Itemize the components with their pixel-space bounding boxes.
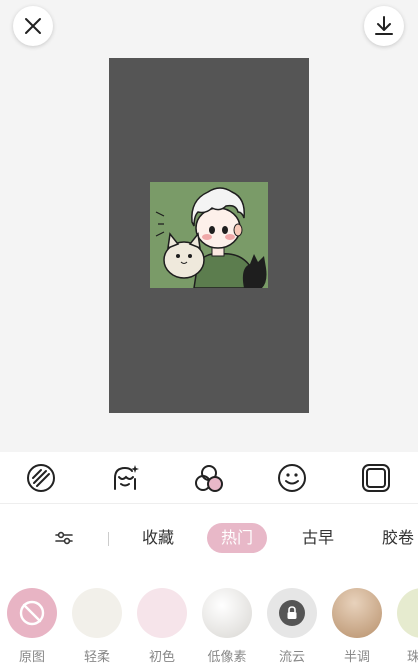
magic-wand-icon: [27, 464, 55, 492]
photo-thumbnail: [150, 182, 268, 288]
face-sparkle-icon: [114, 465, 139, 490]
filter-soft[interactable]: 轻柔: [72, 588, 122, 666]
sticker-tool[interactable]: [276, 462, 308, 494]
filter-swatch: [7, 588, 57, 638]
magic-wand-tool[interactable]: [25, 462, 57, 494]
filter-tool[interactable]: [193, 462, 225, 494]
filter-label: 低像素: [207, 650, 247, 665]
filter-circles-icon: [195, 465, 223, 492]
filter-label: 轻柔: [83, 650, 110, 665]
filter-label: 流云: [278, 650, 305, 665]
preview-area: [0, 0, 418, 452]
sliders-icon: [55, 531, 73, 545]
filter-low-pixel[interactable]: 低像素: [202, 588, 252, 666]
filter-swatch: [267, 588, 317, 638]
download-icon: [375, 16, 393, 35]
close-button[interactable]: [13, 6, 53, 46]
no-filter-icon: [19, 600, 45, 626]
frame-tool[interactable]: [360, 462, 392, 494]
anime-boy-with-cat-illustration: [150, 182, 268, 288]
smiley-icon: [278, 464, 306, 492]
filter-swatch: [332, 588, 382, 638]
tab-film[interactable]: 胶卷: [382, 523, 414, 553]
filter-partial[interactable]: 珠: [397, 588, 418, 666]
tab-popular[interactable]: 热门: [207, 523, 268, 553]
filter-label: 初色: [148, 650, 175, 665]
close-icon: [25, 18, 41, 34]
filter-partial-clip: 珠: [397, 588, 418, 666]
filter-category-tabs: 收藏 热门 古早 胶卷: [0, 505, 418, 567]
filter-swatch: [202, 588, 252, 638]
tab-divider: [108, 532, 109, 546]
frame-icon: [362, 464, 390, 492]
beauty-tool[interactable]: [109, 462, 141, 494]
filter-swatch: [397, 588, 418, 638]
lock-badge: [279, 600, 305, 626]
adjust-button[interactable]: [53, 527, 75, 549]
filter-label: 珠: [407, 650, 418, 665]
filter-halftone[interactable]: 半调: [332, 588, 382, 666]
tab-vintage[interactable]: 古早: [302, 523, 334, 553]
tab-favorites[interactable]: 收藏: [142, 523, 174, 553]
filter-swatch: [72, 588, 122, 638]
edit-toolbar: [0, 452, 418, 504]
filter-label: 半调: [343, 650, 370, 665]
filter-first-color[interactable]: 初色: [137, 588, 187, 666]
filter-swatch: [137, 588, 187, 638]
filter-list: 原图 轻柔 初色 低像素 流云 半调 珠: [0, 567, 418, 666]
filter-original[interactable]: 原图: [7, 588, 57, 666]
lock-icon: [287, 606, 297, 619]
filter-label: 原图: [18, 650, 45, 665]
filter-cloud[interactable]: 流云: [267, 588, 317, 666]
download-button[interactable]: [364, 6, 404, 46]
